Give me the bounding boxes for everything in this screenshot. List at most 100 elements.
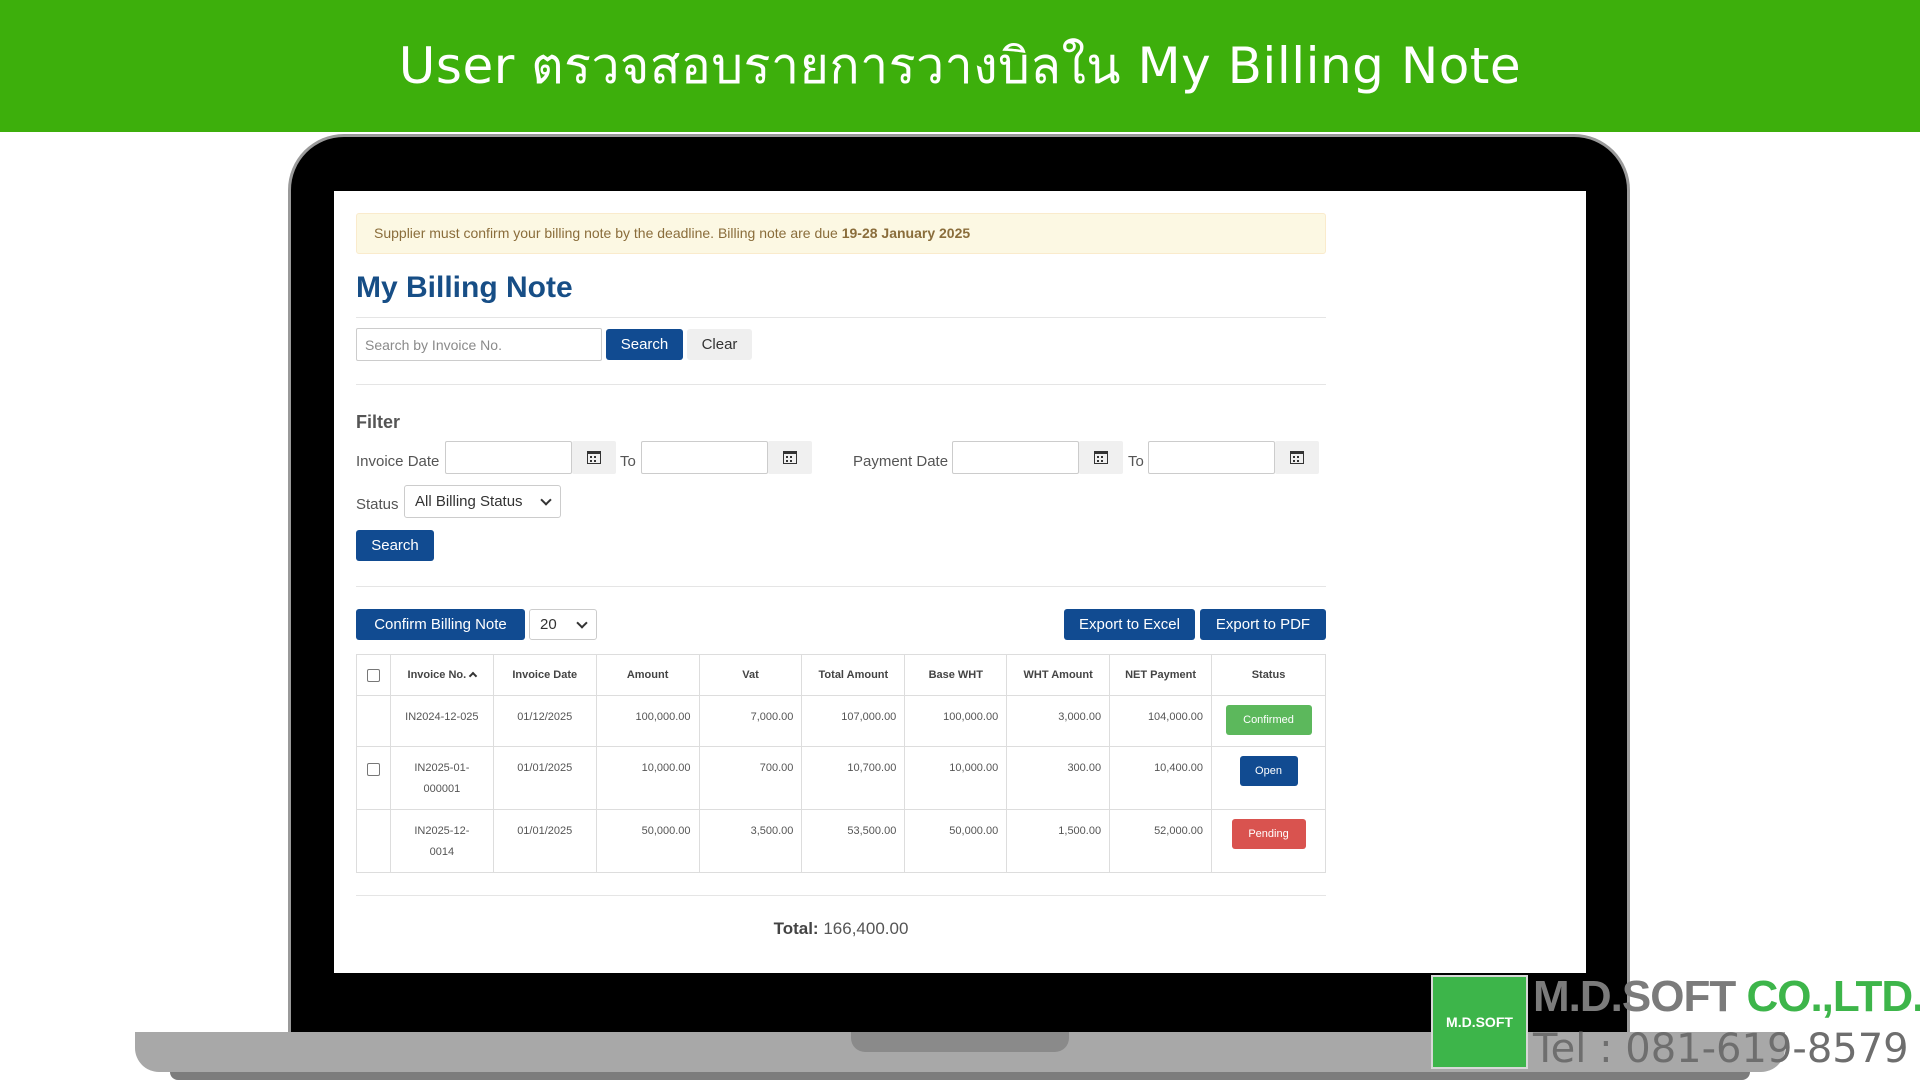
vat-cell: 7,000.00: [698, 695, 803, 747]
company-name: M.D.SOFT CO.,LTD.: [1533, 972, 1920, 1022]
vat-cell: 700.00: [698, 746, 803, 810]
table-row: IN2025-01- 000001 01/01/2025 10,000.00 70…: [356, 746, 1326, 810]
status-select[interactable]: All Billing Status: [404, 485, 561, 518]
column-header-invoice-date: Invoice Date: [492, 654, 597, 696]
payment-date-to-calendar-button[interactable]: [1275, 441, 1319, 474]
invoice-date-from-input[interactable]: [445, 441, 572, 474]
row-select-cell: [356, 809, 391, 873]
base-wht-cell: 10,000.00: [904, 746, 1008, 810]
total-amount-cell: 107,000.00: [801, 695, 906, 747]
laptop-notch: [851, 1032, 1069, 1052]
page-size-value: 20: [540, 616, 557, 633]
logo-text: M.D.SOFT: [1446, 1014, 1513, 1030]
filter-heading: Filter: [356, 412, 401, 432]
payment-date-label: Payment Date: [853, 453, 949, 470]
net-payment-cell: 10,400.00: [1109, 746, 1212, 810]
banner-title: User ตรวจสอบรายการวางบิลใน My Billing No…: [398, 36, 1522, 95]
column-header-net-payment: NET Payment: [1109, 654, 1212, 696]
status-cell: Open: [1211, 746, 1326, 810]
calendar-icon: [587, 451, 601, 464]
company-name-part1: M.D.SOFT: [1533, 972, 1736, 1021]
chevron-down-icon: [576, 617, 588, 629]
select-all-cell: [356, 654, 391, 696]
payment-date-from-calendar-button[interactable]: [1079, 441, 1123, 474]
invoice-date-label: Invoice Date: [356, 453, 440, 470]
calendar-icon: [783, 451, 797, 464]
payment-date-to-input[interactable]: [1148, 441, 1275, 474]
status-select-value: All Billing Status: [415, 493, 523, 510]
calendar-icon: [1290, 451, 1304, 464]
app-screen: Supplier must confirm your billing note …: [334, 191, 1586, 973]
row-checkbox[interactable]: [366, 762, 380, 776]
row-select-cell: [356, 695, 391, 747]
invoice-date-cell: 01/12/2025: [492, 695, 597, 747]
column-header-amount: Amount: [595, 654, 700, 696]
invoice-date-cell: 01/01/2025: [492, 746, 597, 810]
status-cell: Pending: [1211, 809, 1326, 873]
calendar-icon: [1094, 451, 1108, 464]
search-input[interactable]: [356, 328, 602, 361]
table-row: IN2025-12- 0014 01/01/2025 50,000.00 3,50…: [356, 809, 1326, 873]
divider: [356, 895, 1326, 896]
sort-ascending-icon: [468, 671, 478, 681]
base-wht-cell: 50,000.00: [904, 809, 1008, 873]
laptop-foot: [170, 1072, 1750, 1080]
amount-cell: 10,000.00: [595, 746, 700, 810]
base-wht-cell: 100,000.00: [904, 695, 1008, 747]
page-title: My Billing Note: [356, 271, 573, 304]
select-all-checkbox[interactable]: [366, 668, 380, 682]
column-header-vat: Vat: [698, 654, 803, 696]
column-header-total-amount: Total Amount: [801, 654, 906, 696]
total-value: 166,400.00: [823, 919, 909, 938]
column-header-status: Status: [1211, 654, 1326, 696]
confirm-billing-note-button[interactable]: Confirm Billing Note: [356, 609, 525, 640]
company-logo: M.D.SOFT: [1431, 975, 1528, 1069]
invoice-date-from-calendar-button[interactable]: [572, 441, 616, 474]
total-label: Total:: [773, 919, 819, 938]
net-payment-cell: 52,000.00: [1109, 809, 1212, 873]
amount-cell: 50,000.00: [595, 809, 700, 873]
total-amount-cell: 53,500.00: [801, 809, 906, 873]
export-excel-button[interactable]: Export to Excel: [1064, 609, 1195, 640]
invoice-no-cell: IN2025-01- 000001: [389, 746, 494, 810]
total-amount-cell: 10,700.00: [801, 746, 906, 810]
export-pdf-button[interactable]: Export to PDF: [1200, 609, 1326, 640]
billing-table: Invoice No. Invoice Date Amount Vat Tota…: [356, 654, 1326, 873]
status-badge: Confirmed: [1225, 705, 1312, 735]
alert-date-range: 19-28 January 2025: [841, 225, 971, 241]
column-header-wht-amount: WHT Amount: [1006, 654, 1111, 696]
invoice-no-cell: IN2024-12-025: [389, 695, 494, 747]
payment-date-to-label: To: [1128, 453, 1144, 470]
row-select-cell: [356, 746, 391, 810]
invoice-no-cell: IN2025-12- 0014: [389, 809, 494, 873]
search-button[interactable]: Search: [606, 329, 683, 360]
payment-date-from-input[interactable]: [952, 441, 1079, 474]
invoice-date-cell: 01/01/2025: [492, 809, 597, 873]
amount-cell: 100,000.00: [595, 695, 700, 747]
clear-button[interactable]: Clear: [687, 329, 752, 360]
net-payment-cell: 104,000.00: [1109, 695, 1212, 747]
invoice-date-to-calendar-button[interactable]: [768, 441, 812, 474]
status-badge: Open: [1239, 756, 1298, 786]
header-banner: User ตรวจสอบรายการวางบิลใน My Billing No…: [0, 0, 1920, 132]
alert-text: Supplier must confirm your billing note …: [374, 225, 842, 241]
divider: [356, 317, 1326, 318]
deadline-alert: Supplier must confirm your billing note …: [356, 213, 1326, 254]
wht-amount-cell: 3,000.00: [1006, 695, 1111, 747]
status-label: Status: [356, 496, 399, 513]
company-tel: Tel : 081-619-8579: [1533, 1026, 1909, 1072]
vat-cell: 3,500.00: [698, 809, 803, 873]
chevron-down-icon: [540, 494, 552, 506]
invoice-date-to-input[interactable]: [641, 441, 768, 474]
invoice-date-to-label: To: [620, 453, 636, 470]
page-size-select[interactable]: 20: [529, 609, 597, 640]
table-row: IN2024-12-025 01/12/2025 100,000.00 7,00…: [356, 695, 1326, 747]
column-header-base-wht: Base WHT: [904, 654, 1008, 696]
filter-search-button[interactable]: Search: [356, 530, 434, 561]
column-header-invoice-no[interactable]: Invoice No.: [389, 654, 494, 696]
table-header-row: Invoice No. Invoice Date Amount Vat Tota…: [356, 654, 1326, 696]
status-badge: Pending: [1231, 819, 1306, 849]
divider: [356, 384, 1326, 385]
status-cell: Confirmed: [1211, 695, 1326, 747]
company-name-part2: CO.,LTD.: [1746, 972, 1920, 1021]
